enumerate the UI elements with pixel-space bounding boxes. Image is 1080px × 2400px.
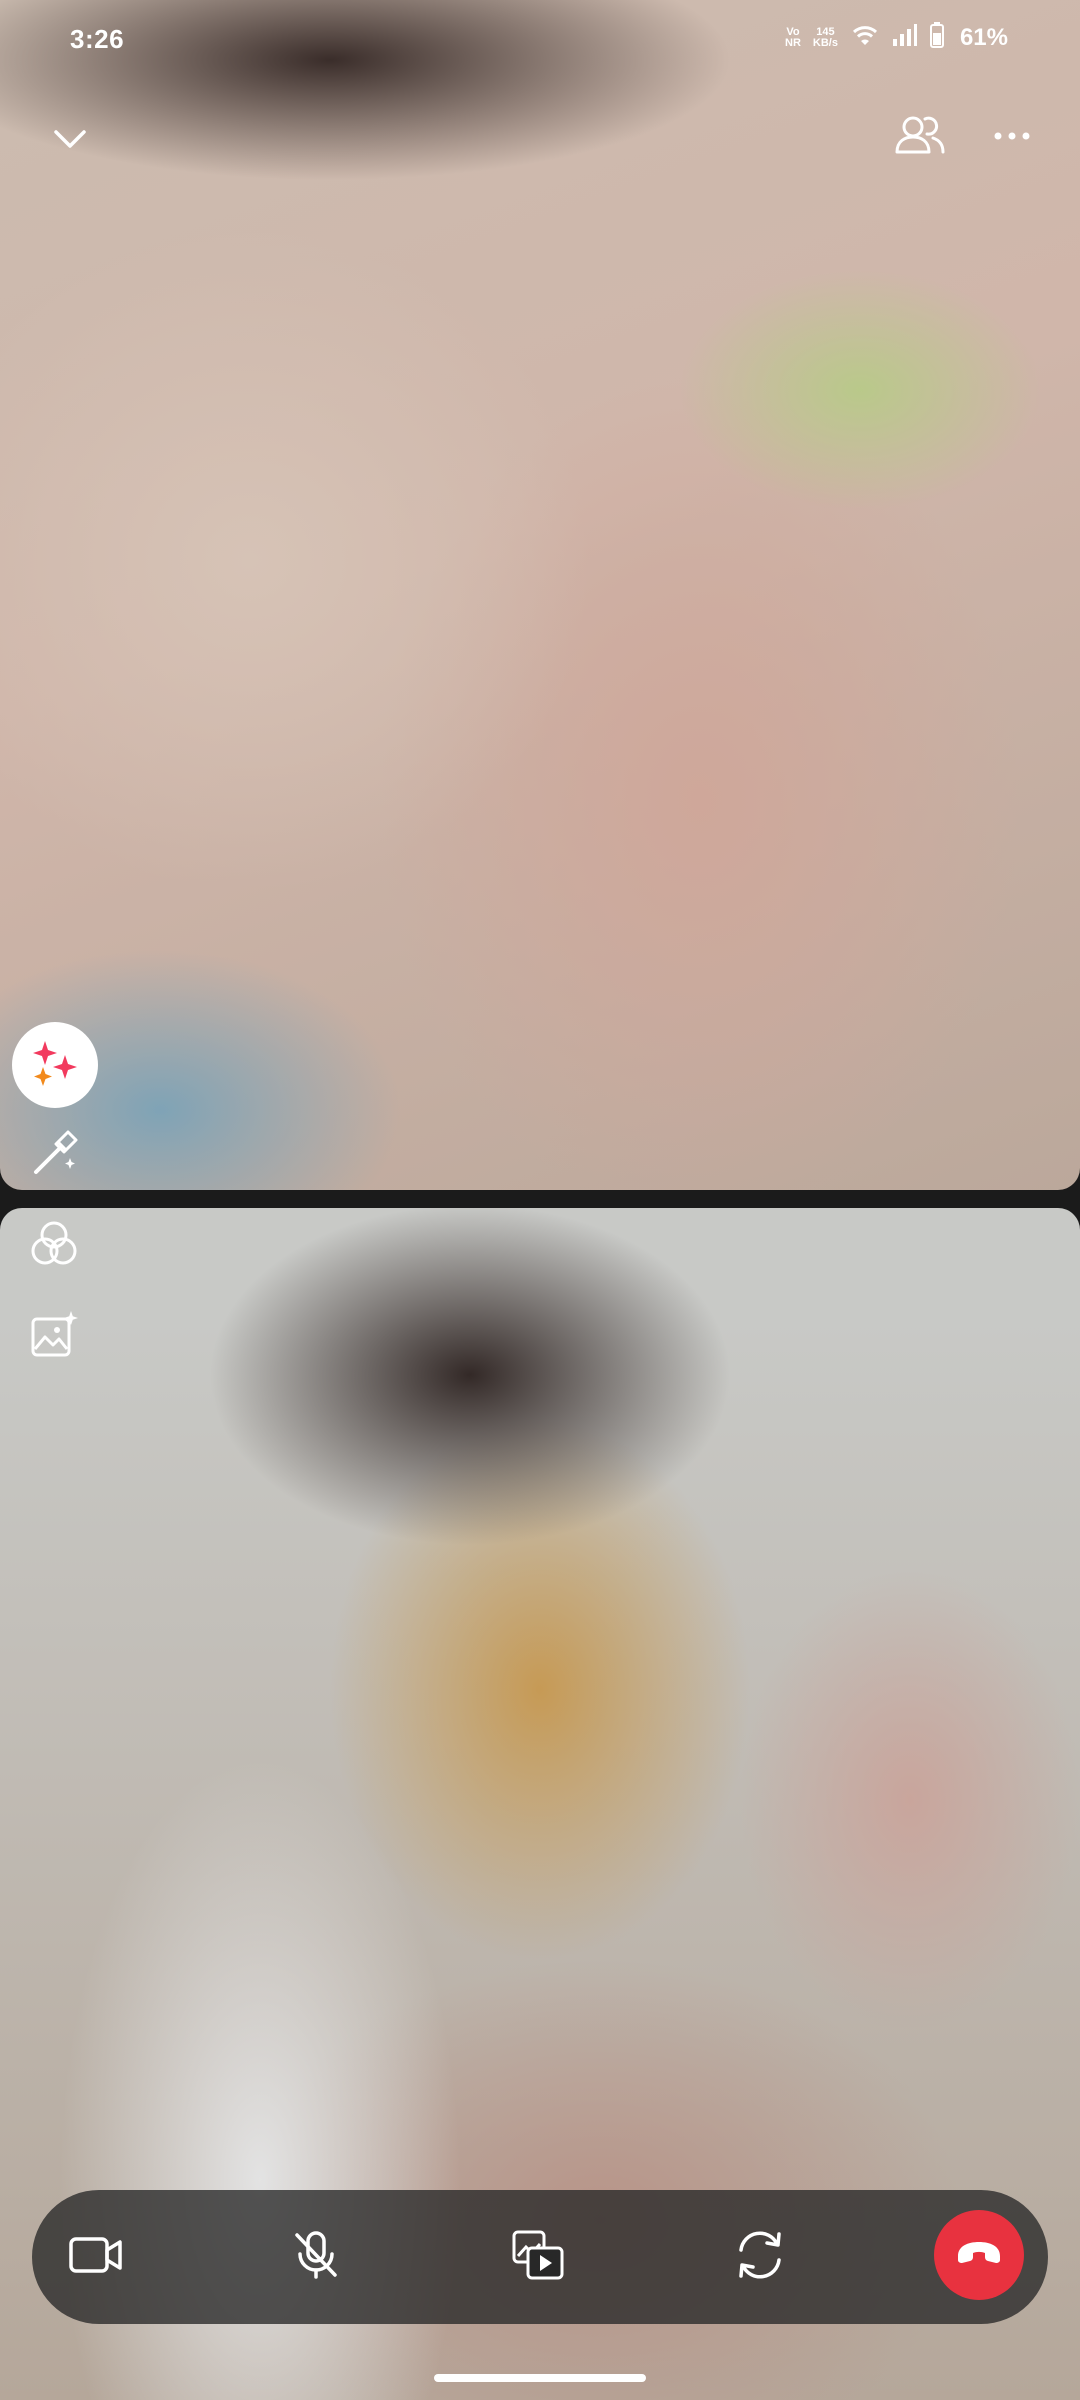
video-camera-icon bbox=[68, 2235, 124, 2280]
chevron-down-icon bbox=[50, 118, 90, 163]
magic-wand-button[interactable] bbox=[24, 1126, 84, 1186]
more-options-button[interactable] bbox=[980, 106, 1044, 170]
call-controls-bar bbox=[32, 2190, 1048, 2324]
image-effect-icon bbox=[29, 1309, 79, 1364]
remote-video-feed[interactable] bbox=[0, 0, 1080, 1190]
media-share-icon bbox=[510, 2228, 566, 2287]
sparkles-icon bbox=[29, 1037, 81, 1094]
participants-button[interactable] bbox=[888, 106, 952, 170]
people-icon bbox=[893, 112, 947, 165]
flip-camera-icon bbox=[733, 2228, 787, 2287]
end-call-icon bbox=[954, 2238, 1004, 2273]
share-media-button[interactable] bbox=[488, 2207, 588, 2307]
flip-camera-button[interactable] bbox=[710, 2207, 810, 2307]
status-time: 3:26 bbox=[70, 24, 125, 54]
battery-percentage: 61% bbox=[959, 23, 1008, 51]
signal-icon bbox=[892, 23, 918, 52]
end-call-button[interactable] bbox=[934, 2210, 1024, 2300]
mute-microphone-button[interactable] bbox=[266, 2207, 366, 2307]
effects-button[interactable] bbox=[12, 1022, 98, 1108]
magic-wand-icon bbox=[30, 1130, 78, 1183]
status-icons: Vo NR 145 KB/s 61% bbox=[785, 22, 1008, 53]
camera-toggle-button[interactable] bbox=[46, 2207, 146, 2307]
minimize-call-button[interactable] bbox=[40, 110, 100, 170]
network-type-indicator: Vo NR bbox=[785, 25, 801, 49]
filters-icon bbox=[29, 1219, 79, 1274]
background-effect-button[interactable] bbox=[24, 1306, 84, 1366]
battery-icon bbox=[929, 22, 944, 53]
network-speed-indicator: 145 KB/s bbox=[812, 25, 838, 49]
microphone-off-icon bbox=[292, 2230, 340, 2285]
status-bar: 3:26 Vo NR 145 KB/s 61% bbox=[0, 0, 1080, 78]
filters-button[interactable] bbox=[24, 1216, 84, 1276]
home-indicator[interactable] bbox=[434, 2374, 646, 2382]
more-icon bbox=[992, 129, 1032, 147]
wifi-icon bbox=[850, 23, 880, 52]
